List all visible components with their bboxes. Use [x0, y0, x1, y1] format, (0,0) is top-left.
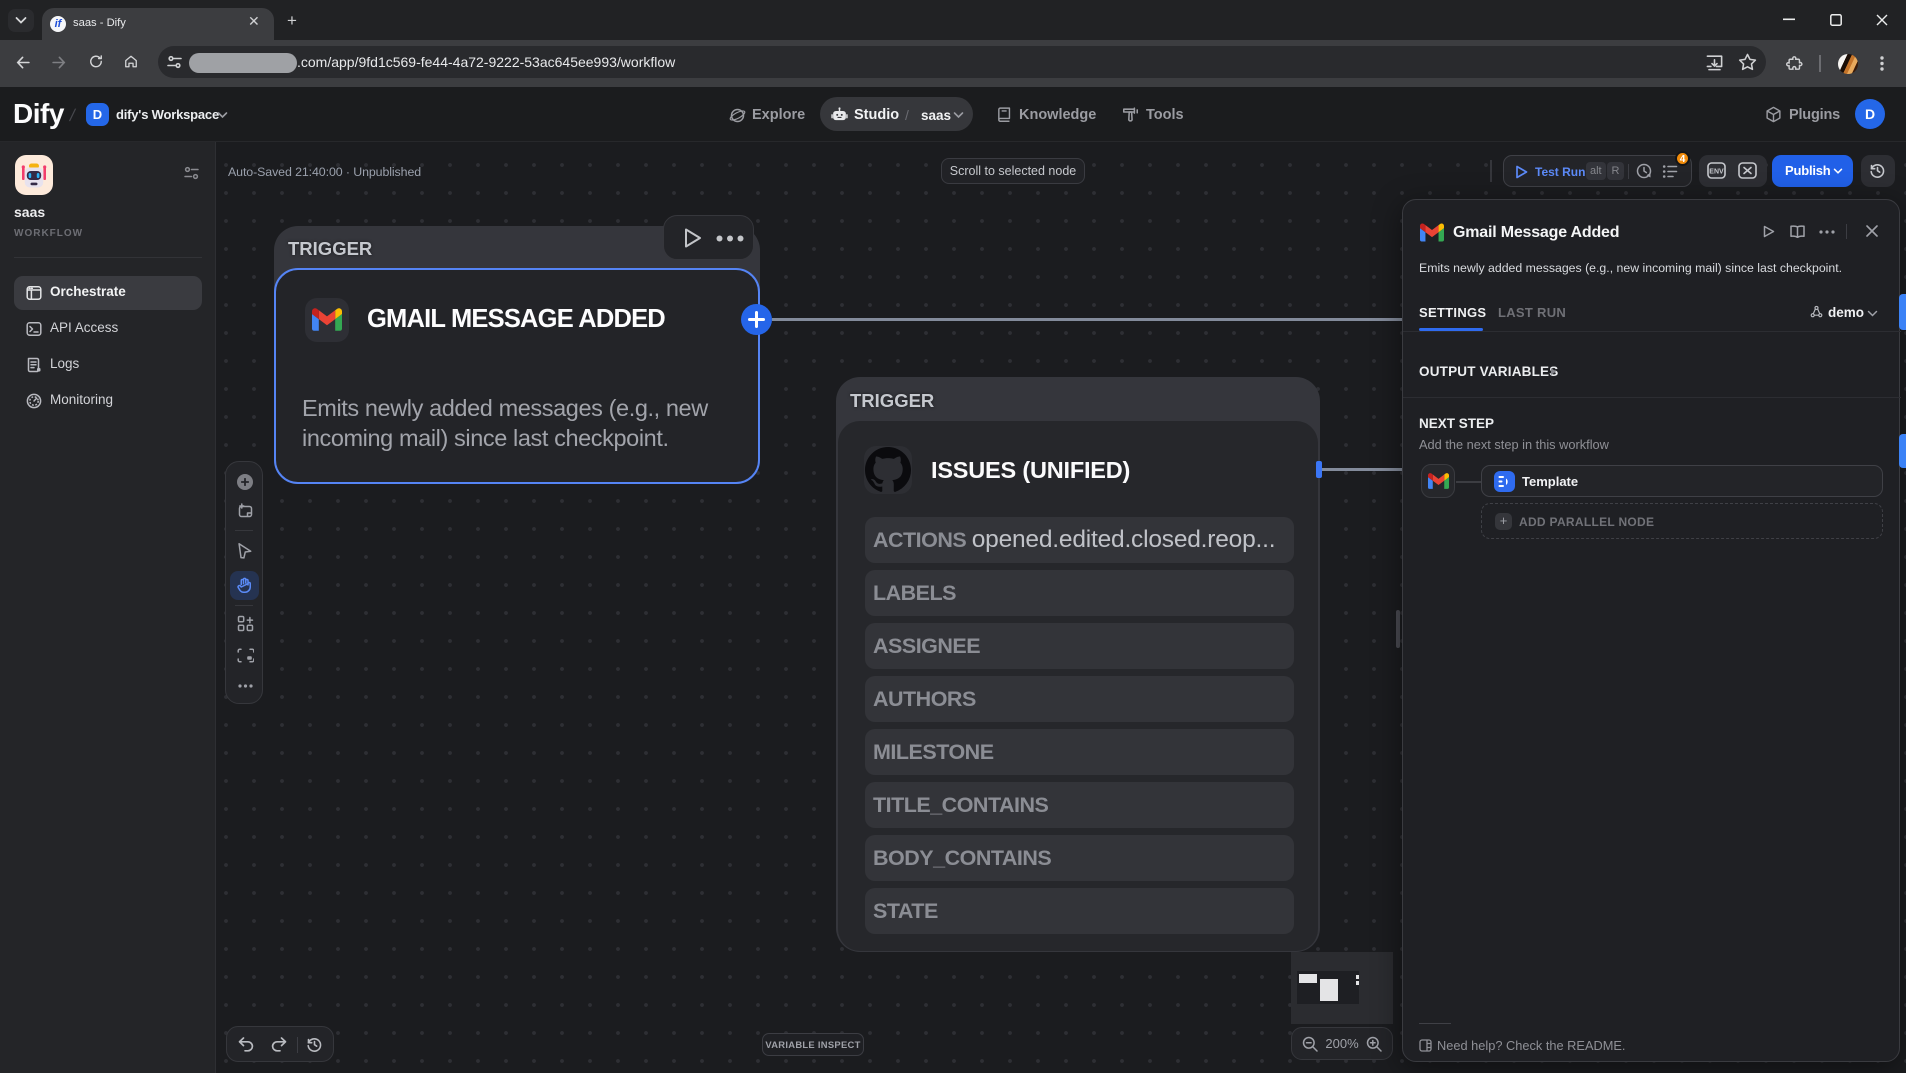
- svg-text:ENV: ENV: [1709, 169, 1724, 176]
